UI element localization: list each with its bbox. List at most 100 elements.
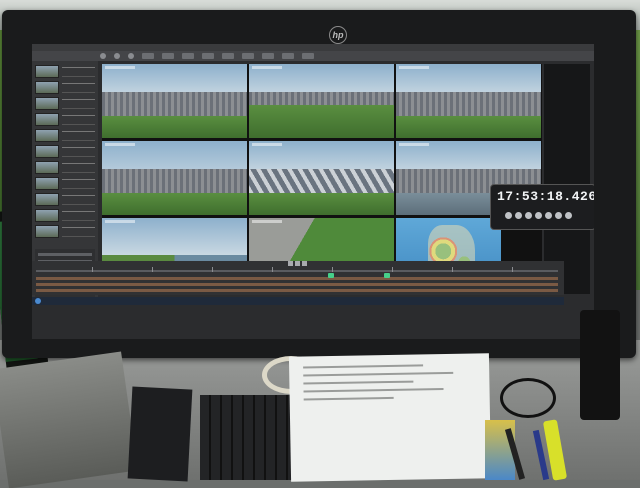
desk-phone [580,310,620,420]
camera-list-item[interactable] [35,177,95,190]
control-dot[interactable] [505,212,512,219]
menu-item[interactable] [142,53,154,59]
menu-item[interactable] [242,53,254,59]
timeline-tick [212,267,213,272]
control-dot[interactable] [515,212,522,219]
camera-list-item[interactable] [35,129,95,142]
play-icon[interactable] [295,261,300,266]
menu-item[interactable] [202,53,214,59]
control-dot[interactable] [545,212,552,219]
playback-controls [288,261,307,266]
forward-icon[interactable] [302,261,307,266]
toolbar-icon[interactable] [100,53,106,59]
camera-list-label [62,98,95,109]
video-feed-cell[interactable] [102,141,247,215]
video-wall-grid [102,64,542,294]
start-button-icon[interactable] [35,298,41,304]
timeline-marker[interactable] [328,273,334,278]
video-feed-cell[interactable] [249,64,394,138]
camera-list-label [62,114,95,125]
track [102,115,247,138]
camera-list-item[interactable] [35,145,95,158]
menu-item[interactable] [182,53,194,59]
sky [102,218,247,255]
video-feed-cell[interactable] [102,64,247,138]
paper-text-line [303,396,394,401]
camera-thumbnail [35,177,59,190]
feed-caption [252,66,282,69]
fence [249,169,394,193]
feed-caption [105,220,135,223]
timeline-tick [152,267,153,272]
feed-caption [399,66,429,69]
camera-list-label [62,146,95,157]
track [249,104,394,138]
rewind-icon[interactable] [288,261,293,266]
feed-caption [252,220,282,223]
camera-list-item[interactable] [35,225,95,238]
camera-thumbnail [35,97,59,110]
clock-overlay: 17:53:18.426 [490,184,594,230]
paper-text-line [303,371,454,377]
menu-item[interactable] [262,53,274,59]
control-dot[interactable] [525,212,532,219]
control-dot[interactable] [535,212,542,219]
timeline-track[interactable] [36,277,558,280]
paper-text-line [303,364,424,369]
desk-device [0,351,138,488]
paper-text-line [303,388,444,393]
hp-logo: hp [329,26,347,44]
camera-thumbnail [35,225,59,238]
cable [500,378,556,418]
menu-item[interactable] [162,53,174,59]
track [396,115,541,138]
toolbar-icon[interactable] [114,53,120,59]
paper-text-line [303,380,414,385]
grandstand [102,92,247,116]
camera-list-item[interactable] [35,97,95,110]
camera-list-item[interactable] [35,161,95,174]
toolbar-icon[interactable] [128,53,134,59]
camera-list-item[interactable] [35,65,95,78]
grandstand [396,92,541,116]
grandstand [102,169,247,193]
feed-caption [252,143,282,146]
app-menubar [32,51,594,61]
video-feed-cell[interactable] [396,64,541,138]
track [249,192,394,215]
feed-caption [105,66,135,69]
timeline-marker[interactable] [384,273,390,278]
control-dot[interactable] [565,212,572,219]
feed-caption [105,143,135,146]
track [102,192,247,215]
camera-list-item[interactable] [35,81,95,94]
empty-feed-slot [544,64,590,294]
camera-list-label [62,66,95,77]
paper-sheet [288,353,492,482]
timeline-track[interactable] [36,283,558,286]
camera-list-item[interactable] [35,193,95,206]
timeline-track[interactable] [36,289,558,292]
timeline-ruler[interactable] [36,270,558,272]
camera-list-item[interactable] [35,113,95,126]
camera-list-item[interactable] [35,209,95,222]
windows-taskbar [32,297,564,305]
camera-thumbnail [35,193,59,206]
menu-item[interactable] [302,53,314,59]
camera-list-label [62,210,95,221]
control-dot[interactable] [555,212,562,219]
timeline-tick [92,267,93,272]
monitor: hp 17:53:18.426 [2,10,636,358]
camera-thumbnail [35,161,59,174]
timeline-tick [272,267,273,272]
timeline-tick [332,267,333,272]
video-feed-cell[interactable] [249,141,394,215]
property-row[interactable] [38,253,92,256]
camera-list-label [62,194,95,205]
menu-item[interactable] [222,53,234,59]
camera-list-label [62,82,95,93]
camera-thumbnail [35,209,59,222]
menu-item[interactable] [282,53,294,59]
timeline-tick [512,267,513,272]
camera-thumbnail [35,113,59,126]
